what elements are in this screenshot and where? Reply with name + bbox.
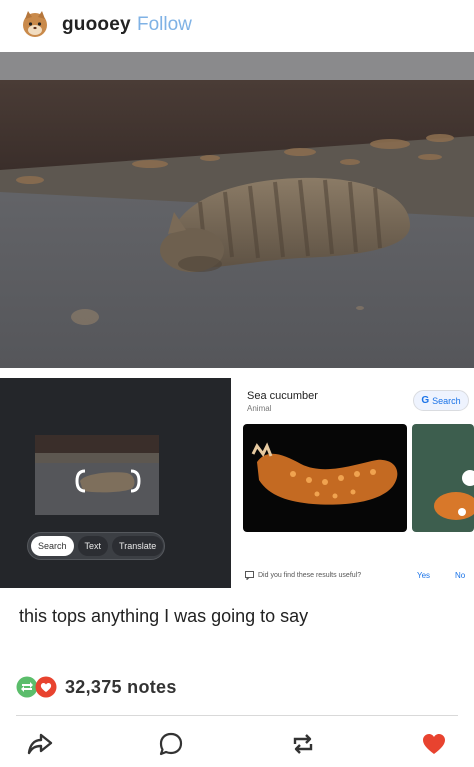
google-icon: G bbox=[421, 395, 430, 406]
feedback-question: Did you find these results useful? bbox=[258, 572, 362, 579]
result-title: Sea cucumber bbox=[247, 390, 318, 402]
feedback-no-button[interactable]: No bbox=[455, 571, 465, 580]
cat-avatar-icon[interactable] bbox=[20, 9, 50, 39]
feedback-prompt: Did you find these results useful? bbox=[245, 571, 361, 580]
like-icon[interactable] bbox=[420, 730, 448, 758]
heart-badge-icon bbox=[35, 676, 57, 698]
chip-translate[interactable]: Translate bbox=[112, 536, 164, 556]
notes-count: 32,375 notes bbox=[65, 676, 177, 697]
username[interactable]: guooey bbox=[62, 14, 131, 36]
chip-search[interactable]: Search bbox=[31, 536, 74, 556]
post-header: guooey Follow bbox=[0, 0, 474, 52]
captured-image-thumbnail bbox=[35, 435, 159, 515]
camera-panel: Search Text Translate bbox=[0, 378, 231, 588]
google-search-button[interactable]: G Search bbox=[413, 390, 469, 411]
post-caption: this tops anything I was going to say bbox=[19, 606, 309, 626]
sea-cucumber-image[interactable] bbox=[243, 424, 407, 532]
reblog-icon[interactable] bbox=[289, 730, 317, 758]
lens-mode-bar: Search Text Translate bbox=[27, 532, 165, 560]
lens-screenshot: Search Text Translate Sea cucumber Anima… bbox=[0, 378, 474, 588]
result-subtitle: Animal bbox=[247, 404, 272, 413]
reply-icon[interactable] bbox=[157, 730, 185, 758]
google-search-label: Search bbox=[432, 395, 461, 406]
feedback-yes-button[interactable]: Yes bbox=[417, 571, 430, 580]
sea-cucumber-image-2[interactable] bbox=[412, 424, 474, 532]
share-icon[interactable] bbox=[26, 730, 54, 758]
follow-button[interactable]: Follow bbox=[137, 14, 192, 36]
chip-text[interactable]: Text bbox=[77, 536, 109, 556]
post-photo bbox=[0, 52, 474, 368]
divider bbox=[16, 715, 458, 716]
post-page: guooey Follow Search Text Translate Sea … bbox=[0, 0, 474, 767]
results-panel: Sea cucumber Animal G Search Did you fin… bbox=[231, 378, 474, 588]
notes-summary[interactable]: 32,375 notes bbox=[16, 675, 177, 699]
feedback-icon bbox=[245, 571, 254, 580]
